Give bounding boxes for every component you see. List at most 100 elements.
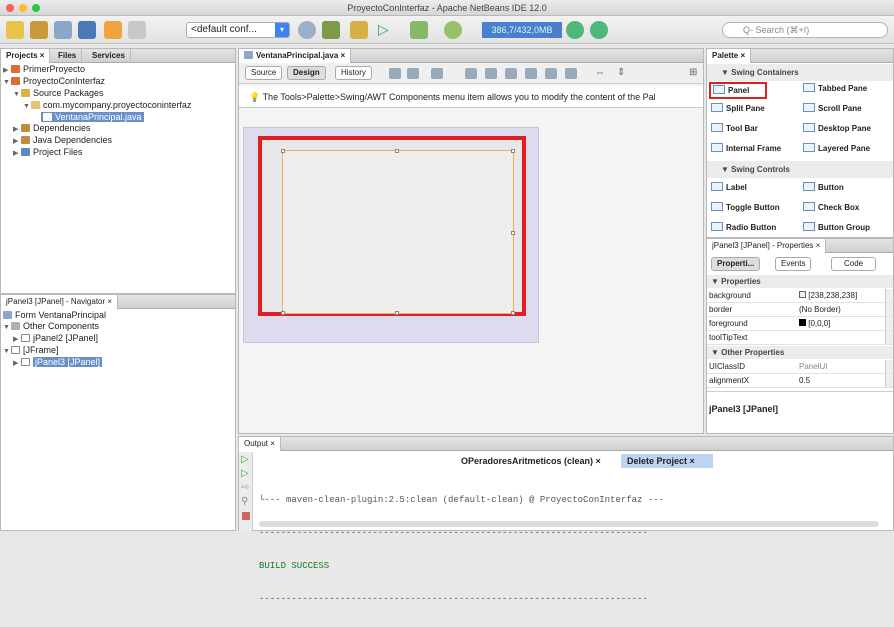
events-tab[interactable]: Events [775, 257, 812, 271]
new-file-icon[interactable] [6, 21, 24, 39]
settings-icon[interactable] [298, 21, 316, 39]
ellipsis-button[interactable] [885, 317, 893, 330]
tree-item-project-files[interactable]: ▶ Project Files [3, 147, 191, 159]
design-button[interactable]: Design [287, 66, 326, 80]
align-top-icon[interactable] [525, 68, 537, 79]
zoom-window-button[interactable] [32, 4, 40, 12]
nav-item-jframe[interactable]: ▼ [JFrame] [3, 345, 106, 357]
align-middle-icon[interactable] [565, 68, 577, 79]
category-swing-controls[interactable]: ▼ Swing Controls [707, 161, 893, 178]
palette-item-button[interactable]: Button [803, 180, 844, 196]
tab-projects[interactable]: Projects × [1, 49, 51, 63]
align-bottom-icon[interactable] [545, 68, 557, 79]
palette-item-radio-button[interactable]: Radio Button [711, 220, 776, 236]
section-properties[interactable]: ▼ Properties [707, 275, 893, 288]
align-center-icon[interactable] [505, 68, 517, 79]
save-all-icon[interactable] [78, 21, 96, 39]
redo-icon[interactable] [128, 21, 146, 39]
tree-item-file[interactable]: VentanaPrincipal.java [3, 112, 191, 123]
tree-item-dependencies[interactable]: ▶ Dependencies [3, 123, 191, 135]
rerun-goals-icon[interactable]: ▷ [241, 468, 249, 479]
tree-item-java-dependencies[interactable]: ▶ Java Dependencies [3, 135, 191, 147]
align-right-icon[interactable] [485, 68, 497, 79]
palette-item-label[interactable]: Label [711, 180, 747, 196]
nav-item-form[interactable]: Form VentanaPrincipal [3, 310, 106, 321]
ellipsis-button[interactable] [885, 303, 893, 316]
selection-mode-icon[interactable] [389, 68, 401, 79]
configuration-select[interactable]: <default conf... ▾ [186, 22, 290, 38]
resize-vertical-icon[interactable]: ⇕ [617, 67, 625, 78]
category-swing-containers[interactable]: ▼ Swing Containers [707, 64, 893, 81]
undo-icon[interactable] [104, 21, 122, 39]
tree-item-source-packages[interactable]: ▼ Source Packages [3, 88, 191, 100]
tab-properties[interactable]: jPanel3 [JPanel] - Properties × [707, 239, 827, 253]
open-project-icon[interactable] [54, 21, 72, 39]
prop-row-uiclassid[interactable]: UIClassID PanelUI [707, 360, 893, 374]
debug-icon[interactable] [410, 21, 428, 39]
clean-build-icon[interactable] [350, 21, 368, 39]
palette-item-button-group[interactable]: Button Group [803, 220, 870, 236]
rerun-icon[interactable]: ▷ [241, 454, 249, 465]
tab-files[interactable]: Files [53, 49, 83, 63]
resize-handle[interactable] [395, 149, 399, 153]
jpanel3[interactable] [281, 149, 515, 315]
palette-item-internal-frame[interactable]: Internal Frame [711, 141, 781, 157]
expand-icon[interactable]: ⊞ [689, 67, 697, 78]
ellipsis-button[interactable] [885, 331, 893, 344]
tab-ventanaprincipal[interactable]: VentanaPrincipal.java × [239, 49, 352, 63]
palette-item-check-box[interactable]: Check Box [803, 200, 859, 216]
properties-tab[interactable]: Properti... [711, 257, 761, 271]
new-project-icon[interactable] [30, 21, 48, 39]
section-other-properties[interactable]: ▼ Other Properties [707, 346, 893, 359]
profile-icon[interactable] [444, 21, 462, 39]
prop-row-foreground[interactable]: foreground [0,0,0] [707, 317, 893, 331]
build-icon[interactable] [322, 21, 340, 39]
palette-item-scroll-pane[interactable]: Scroll Pane [803, 101, 862, 117]
minimize-window-button[interactable] [19, 4, 27, 12]
source-button[interactable]: Source [245, 66, 283, 80]
resize-handle[interactable] [511, 149, 515, 153]
resize-handle[interactable] [511, 311, 515, 315]
profiler-snapshot-icon[interactable] [590, 21, 608, 39]
ellipsis-button[interactable] [885, 360, 893, 373]
history-button[interactable]: History [335, 66, 372, 80]
resize-handle[interactable] [511, 231, 515, 235]
prop-row-border[interactable]: border (No Border) [707, 303, 893, 317]
ellipsis-button[interactable] [885, 289, 893, 302]
resize-handle[interactable] [281, 149, 285, 153]
tree-item-package[interactable]: ▼ com.mycompany.proyectoconinterfaz [3, 100, 191, 112]
palette-item-layered-pane[interactable]: Layered Pane [803, 141, 870, 157]
tab-services[interactable]: Services [87, 49, 131, 63]
palette-item-tool-bar[interactable]: Tool Bar [711, 121, 758, 137]
tree-item-primerproyecto[interactable]: ▶ PrimerProyecto [3, 64, 191, 76]
output-subtab-clean[interactable]: OPeradoresAritmeticos (clean) × [461, 454, 601, 468]
clear-icon[interactable] [242, 512, 250, 520]
horizontal-scrollbar[interactable] [259, 521, 879, 527]
tab-output[interactable]: Output × [239, 437, 281, 451]
palette-item-tabbed-pane[interactable]: Tabbed Pane [803, 81, 867, 97]
palette-item-desktop-pane[interactable]: Desktop Pane [803, 121, 871, 137]
close-window-button[interactable] [6, 4, 14, 12]
palette-item-panel[interactable]: Panel [709, 82, 767, 99]
resize-handle[interactable] [395, 311, 399, 315]
palette-item-toggle-button[interactable]: Toggle Button [711, 200, 780, 216]
design-canvas[interactable] [243, 127, 539, 343]
code-tab[interactable]: Code [831, 257, 877, 271]
resize-handle[interactable] [281, 311, 285, 315]
memory-indicator[interactable]: 386,7/432,0MB [482, 22, 562, 38]
stop-icon[interactable]: ⇨ [241, 482, 249, 493]
run-icon[interactable]: ▷ [378, 21, 396, 39]
align-left-icon[interactable] [465, 68, 477, 79]
prop-row-tooltiptext[interactable]: toolTipText [707, 331, 893, 345]
palette-item-split-pane[interactable]: Split Pane [711, 101, 765, 117]
output-subtab-delete-project[interactable]: Delete Project × [621, 454, 713, 468]
gc-icon[interactable] [566, 21, 584, 39]
tree-item-proyectoconinterfaz[interactable]: ▼ ProyectoConInterfaz [3, 76, 191, 88]
nav-item-jpanel2[interactable]: ▶ jPanel2 [JPanel] [3, 333, 106, 345]
prop-row-background[interactable]: background [238,238,238] [707, 289, 893, 303]
nav-item-jpanel3[interactable]: ▶ jPanel3 [JPanel] [3, 357, 106, 369]
ellipsis-button[interactable] [885, 374, 893, 387]
resize-horizontal-icon[interactable]: ⇔ [595, 67, 605, 78]
prop-row-alignmentx[interactable]: alignmentX 0.5 [707, 374, 893, 388]
search-input[interactable]: Q‑ Search (⌘+I) [722, 22, 888, 38]
